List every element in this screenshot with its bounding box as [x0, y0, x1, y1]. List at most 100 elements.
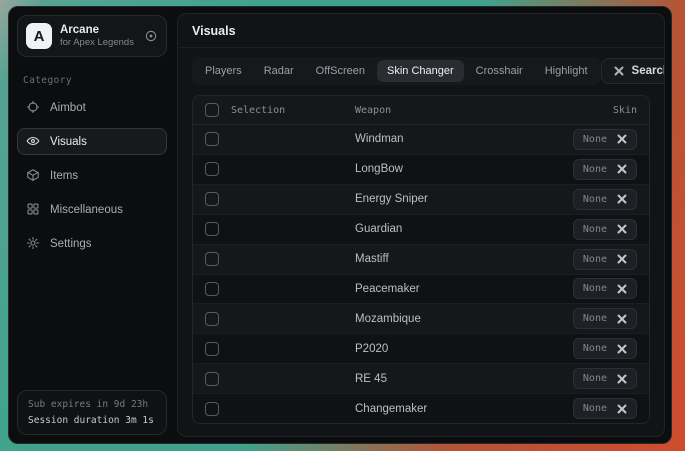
- skin-value: None: [583, 164, 607, 175]
- row-checkbox[interactable]: [205, 372, 219, 386]
- tab-skin-changer[interactable]: Skin Changer: [377, 60, 464, 82]
- weapon-name: Guardian: [355, 223, 573, 235]
- row-checkbox[interactable]: [205, 162, 219, 176]
- table-row: Windman None: [193, 125, 649, 155]
- column-header-skin: Skin: [613, 105, 637, 116]
- skin-badge[interactable]: None: [573, 278, 637, 299]
- row-checkbox[interactable]: [205, 282, 219, 296]
- weapon-name: Peacemaker: [355, 283, 573, 295]
- category-label: Category: [23, 75, 167, 86]
- x-icon[interactable]: [617, 284, 627, 294]
- skin-badge[interactable]: None: [573, 159, 637, 180]
- app-subtitle: for Apex Legends: [60, 37, 136, 49]
- search-icon: [614, 66, 624, 76]
- x-icon[interactable]: [617, 194, 627, 204]
- x-icon[interactable]: [617, 134, 627, 144]
- row-checkbox[interactable]: [205, 342, 219, 356]
- table-row: LongBow None: [193, 155, 649, 185]
- weapon-name: Mozambique: [355, 313, 573, 325]
- x-icon[interactable]: [617, 404, 627, 414]
- skin-value: None: [583, 224, 607, 235]
- skin-badge[interactable]: None: [573, 249, 637, 270]
- skin-value: None: [583, 134, 607, 145]
- toolbar: PlayersRadarOffScreenSkin ChangerCrossha…: [178, 48, 664, 93]
- main-header: Visuals: [178, 14, 664, 48]
- eye-icon: [26, 134, 41, 149]
- skin-value: None: [583, 283, 607, 294]
- table-row: Guardian None: [193, 215, 649, 245]
- weapon-name: Mastiff: [355, 253, 573, 265]
- skin-badge[interactable]: None: [573, 368, 637, 389]
- skin-badge[interactable]: None: [573, 219, 637, 240]
- skin-value: None: [583, 343, 607, 354]
- search-button-label: Search: [632, 65, 665, 77]
- tab-bar: PlayersRadarOffScreenSkin ChangerCrossha…: [192, 57, 601, 85]
- table-header-row: Selection Weapon Skin: [193, 96, 649, 125]
- weapon-name: P2020: [355, 343, 573, 355]
- tab-players[interactable]: Players: [195, 60, 252, 82]
- skin-value: None: [583, 373, 607, 384]
- row-checkbox[interactable]: [205, 222, 219, 236]
- crosshair-icon: [26, 100, 41, 115]
- session-info-card: Sub expires in 9d 23h Session duration 3…: [17, 390, 167, 435]
- skin-value: None: [583, 313, 607, 324]
- x-icon[interactable]: [617, 344, 627, 354]
- x-icon[interactable]: [617, 164, 627, 174]
- skin-badge[interactable]: None: [573, 308, 637, 329]
- table-row: Peacemaker None: [193, 275, 649, 305]
- weapon-name: Energy Sniper: [355, 193, 573, 205]
- table-row: P2020 None: [193, 334, 649, 364]
- target-icon[interactable]: [144, 29, 158, 43]
- app-title: Arcane: [60, 23, 136, 37]
- weapon-name: Changemaker: [355, 403, 573, 415]
- x-icon[interactable]: [617, 224, 627, 234]
- main-panel: Visuals PlayersRadarOffScreenSkin Change…: [177, 13, 665, 437]
- sidebar-item-aimbot[interactable]: Aimbot: [17, 94, 167, 121]
- x-icon[interactable]: [617, 374, 627, 384]
- session-duration-text: Session duration 3m 1s: [28, 415, 156, 426]
- app-logo: A: [26, 23, 52, 49]
- tab-radar[interactable]: Radar: [254, 60, 304, 82]
- sidebar-item-items[interactable]: Items: [17, 162, 167, 189]
- app-window: A Arcane for Apex Legends Category Aimbo…: [8, 6, 672, 444]
- row-checkbox[interactable]: [205, 132, 219, 146]
- skin-badge[interactable]: None: [573, 398, 637, 419]
- column-header-weapon: Weapon: [355, 105, 613, 116]
- skin-value: None: [583, 194, 607, 205]
- skin-badge[interactable]: None: [573, 129, 637, 150]
- tab-offscreen[interactable]: OffScreen: [306, 60, 375, 82]
- sidebar-nav: Aimbot Visuals Items Miscellaneous Setti…: [17, 94, 167, 257]
- row-checkbox[interactable]: [205, 192, 219, 206]
- x-icon[interactable]: [617, 254, 627, 264]
- column-header-selection: Selection: [231, 105, 285, 116]
- skin-value: None: [583, 403, 607, 414]
- row-checkbox[interactable]: [205, 252, 219, 266]
- table-row: Mastiff None: [193, 245, 649, 275]
- sidebar-header-card: A Arcane for Apex Legends: [17, 15, 167, 57]
- sidebar: A Arcane for Apex Legends Category Aimbo…: [9, 7, 175, 443]
- x-icon[interactable]: [617, 314, 627, 324]
- weapon-name: Windman: [355, 133, 573, 145]
- sidebar-item-settings[interactable]: Settings: [17, 230, 167, 257]
- select-all-checkbox[interactable]: [205, 103, 219, 117]
- skin-badge[interactable]: None: [573, 189, 637, 210]
- sidebar-item-visuals[interactable]: Visuals: [17, 128, 167, 155]
- tab-crosshair[interactable]: Crosshair: [466, 60, 533, 82]
- tab-highlight[interactable]: Highlight: [535, 60, 598, 82]
- gear-icon: [26, 236, 41, 251]
- table-body: Windman None LongBow None Energy Sniper …: [193, 125, 649, 423]
- weapon-name: RE 45: [355, 373, 573, 385]
- skin-table: Selection Weapon Skin Windman None LongB…: [192, 95, 650, 424]
- row-checkbox[interactable]: [205, 402, 219, 416]
- cube-icon: [26, 168, 41, 183]
- row-checkbox[interactable]: [205, 312, 219, 326]
- table-row: Mozambique None: [193, 304, 649, 334]
- table-row: Energy Sniper None: [193, 185, 649, 215]
- search-button[interactable]: Search: [601, 58, 665, 84]
- weapon-name: LongBow: [355, 163, 573, 175]
- sub-expires-text: Sub expires in 9d 23h: [28, 399, 156, 410]
- table-row: RE 45 None: [193, 364, 649, 394]
- skin-badge[interactable]: None: [573, 338, 637, 359]
- skin-value: None: [583, 254, 607, 265]
- sidebar-item-miscellaneous[interactable]: Miscellaneous: [17, 196, 167, 223]
